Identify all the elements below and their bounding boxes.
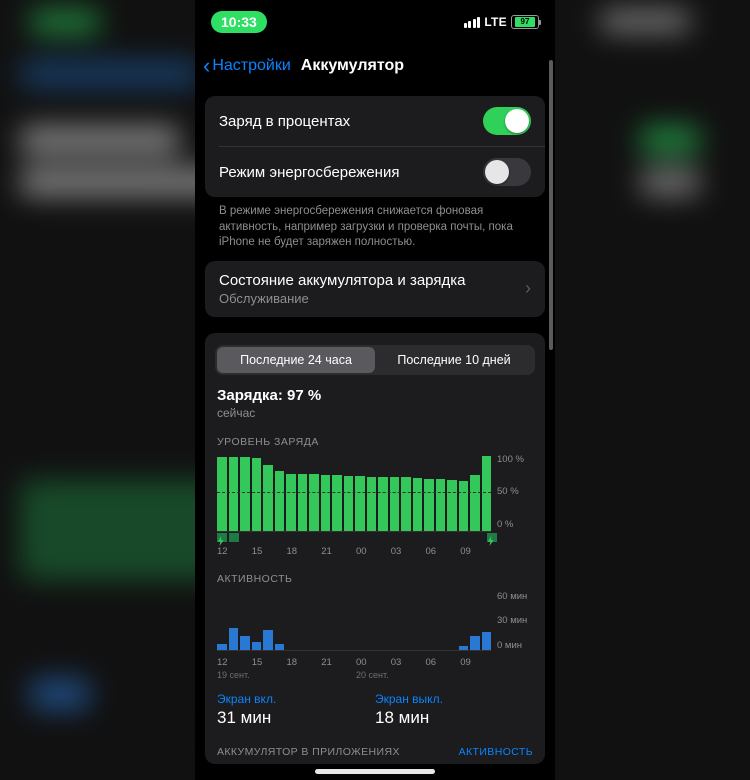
charts-card: Последние 24 часа Последние 10 дней Заря… xyxy=(205,333,545,764)
settings-group-2: Состояние аккумулятора и зарядка Обслужи… xyxy=(205,261,545,317)
chevron-left-icon: ‹ xyxy=(203,55,210,77)
date-label: 19 сент. xyxy=(217,670,356,680)
chart-activity xyxy=(217,591,491,651)
row-label: Режим энергосбережения xyxy=(219,164,399,181)
section-title-level: УРОВЕНЬ ЗАРЯДА xyxy=(205,420,545,452)
segment-10d[interactable]: Последние 10 дней xyxy=(375,347,533,373)
row-sublabel: Обслуживание xyxy=(219,291,465,306)
status-bar: 10:33 LTE 97 xyxy=(195,0,555,44)
status-time-pill[interactable]: 10:33 xyxy=(211,11,267,33)
toggle-low-power-mode[interactable] xyxy=(483,158,531,186)
x-axis-activity: 1215182100030609 xyxy=(205,653,545,668)
charge-value: Зарядка: 97 % xyxy=(217,387,533,404)
y-tick: 100 % xyxy=(497,454,541,465)
back-label: Настройки xyxy=(212,57,290,75)
row-battery-percent[interactable]: Заряд в процентах xyxy=(205,96,545,146)
stat-value: 18 мин xyxy=(375,708,533,728)
toggle-battery-percent[interactable] xyxy=(483,107,531,135)
usage-tabs: АККУМУЛЯТОР В ПРИЛОЖЕНИЯХ АКТИВНОСТЬ xyxy=(205,732,545,758)
segmented-control[interactable]: Последние 24 часа Последние 10 дней xyxy=(215,345,535,375)
signal-icon xyxy=(464,17,481,28)
usage-tab-activity[interactable]: АКТИВНОСТЬ xyxy=(459,746,533,758)
nav-bar: ‹ Настройки Аккумулятор xyxy=(195,44,555,88)
phone-screen: 10:33 LTE 97 ‹ Настройки Аккумулятор Зар… xyxy=(195,0,555,780)
chart-battery-level xyxy=(217,454,491,532)
row-low-power-mode[interactable]: Режим энергосбережения xyxy=(205,147,545,197)
charge-sub: сейчас xyxy=(217,406,533,420)
y-tick: 0 мин xyxy=(497,640,541,651)
stat-value: 31 мин xyxy=(217,708,375,728)
back-button[interactable]: ‹ Настройки xyxy=(203,55,291,77)
date-label: 20 сент. xyxy=(356,670,495,680)
stat-label: Экран выкл. xyxy=(375,692,533,706)
y-tick: 50 % xyxy=(497,486,541,497)
footnote-low-power: В режиме энергосбережения снижается фоно… xyxy=(205,197,545,253)
chevron-right-icon: › xyxy=(525,278,531,299)
home-indicator[interactable] xyxy=(315,769,435,774)
charge-header: Зарядка: 97 % сейчас xyxy=(205,379,545,420)
screen-time-stats: Экран вкл. 31 мин Экран выкл. 18 мин xyxy=(205,680,545,732)
network-label: LTE xyxy=(484,15,507,29)
y-tick: 30 мин xyxy=(497,615,541,626)
usage-tab-apps[interactable]: АККУМУЛЯТОР В ПРИЛОЖЕНИЯХ xyxy=(217,746,400,758)
battery-icon: 97 xyxy=(511,15,539,29)
settings-group-1: Заряд в процентах Режим энергосбережения xyxy=(205,96,545,197)
row-label: Состояние аккумулятора и зарядка xyxy=(219,272,465,289)
section-title-activity: АКТИВНОСТЬ xyxy=(205,557,545,589)
segment-24h[interactable]: Последние 24 часа xyxy=(217,347,375,373)
row-label: Заряд в процентах xyxy=(219,113,350,130)
scrollbar[interactable] xyxy=(549,60,553,350)
row-battery-health[interactable]: Состояние аккумулятора и зарядка Обслужи… xyxy=(205,261,545,317)
stat-label: Экран вкл. xyxy=(217,692,375,706)
page-title: Аккумулятор xyxy=(301,57,404,75)
charging-indicator-row xyxy=(205,532,545,542)
y-tick: 0 % xyxy=(497,519,541,530)
y-tick: 60 мин xyxy=(497,591,541,602)
